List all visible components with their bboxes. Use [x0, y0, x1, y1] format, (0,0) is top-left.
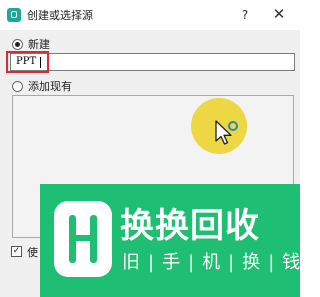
- annotation-highlight-box: [6, 51, 49, 73]
- source-name-input[interactable]: PPT: [10, 53, 295, 71]
- app-icon: [7, 8, 21, 22]
- title-bar: 创建或选择源 ? ✕: [0, 0, 300, 30]
- make-visible-label: 使: [27, 246, 38, 259]
- mouse-pointer-icon: [215, 120, 232, 145]
- add-existing-radio[interactable]: [12, 81, 23, 92]
- create-new-radio[interactable]: [12, 39, 23, 50]
- watermark-title: 换换回收: [120, 206, 260, 246]
- close-button[interactable]: ✕: [270, 5, 288, 23]
- create-or-select-source-dialog: 创建或选择源 ? ✕ 新建 PPT 添加现有 ✓ 使 换换回收 旧|手|机|换|…: [0, 0, 300, 297]
- create-new-label: 新建: [28, 38, 50, 51]
- watermark-logo-icon: [54, 201, 112, 277]
- watermark-subtitle: 旧|手|机|换|钱: [122, 252, 300, 273]
- make-visible-checkbox[interactable]: ✓: [11, 246, 22, 257]
- help-button[interactable]: ?: [237, 6, 253, 24]
- watermark-banner: 换换回收 旧|手|机|换|钱: [40, 184, 300, 297]
- add-existing-label: 添加现有: [28, 80, 72, 93]
- window-title: 创建或选择源: [27, 9, 93, 22]
